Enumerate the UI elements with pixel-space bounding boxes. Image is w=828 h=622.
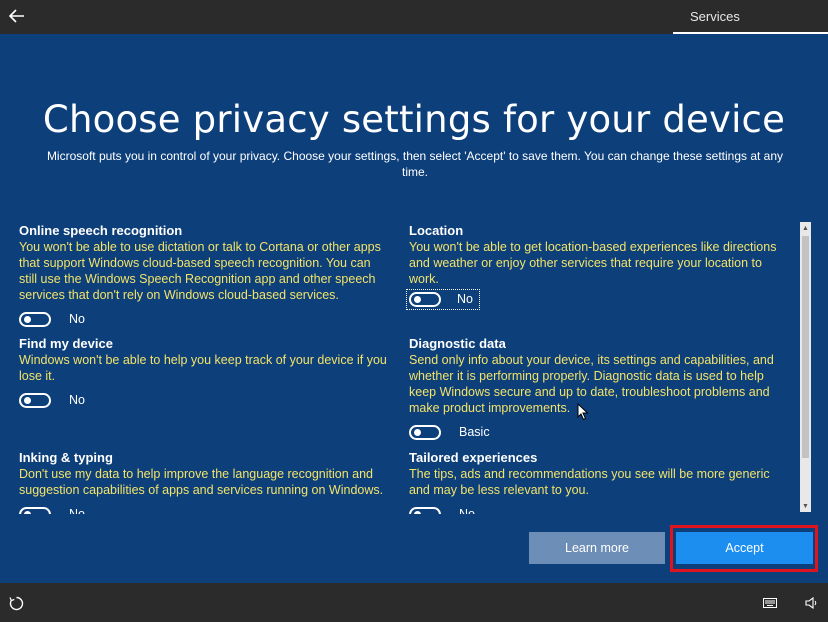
location-toggle[interactable]: [409, 291, 441, 307]
find-device-toggle[interactable]: [19, 392, 51, 408]
title-bar: Services: [0, 0, 828, 34]
scroll-down-icon[interactable]: ▼: [800, 500, 811, 512]
toggle-knob: [414, 295, 421, 303]
setting-title: Tailored experiences: [409, 450, 538, 465]
toggle-row: No: [406, 288, 794, 310]
toggle-knob: [24, 396, 31, 404]
toggle-label: No: [69, 312, 85, 326]
setting-title: Online speech recognition: [19, 223, 183, 238]
tailored-toggle[interactable]: [409, 506, 441, 514]
toggle-label: No: [459, 507, 475, 514]
volume-icon[interactable]: [804, 595, 820, 611]
setting-find-my-device: Find my device Windows won't be able to …: [19, 336, 391, 410]
settings-list[interactable]: Online speech recognition You won't be a…: [0, 220, 798, 514]
toggle-row: No: [19, 390, 391, 410]
toggle-row: No: [19, 504, 391, 514]
page-subtitle: Microsoft puts you in control of your pr…: [46, 149, 784, 179]
setting-description: Send only info about your device, its se…: [409, 353, 774, 415]
diagnostic-toggle[interactable]: [409, 424, 441, 440]
toggle-label: No: [457, 292, 473, 306]
setting-online-speech: Online speech recognition You won't be a…: [19, 223, 391, 329]
keyboard-icon[interactable]: [762, 595, 778, 611]
setting-description: You won't be able to use dictation or ta…: [19, 240, 381, 302]
toggle-row: No: [19, 309, 391, 329]
taskbar: [0, 583, 828, 622]
accept-button[interactable]: Accept: [676, 532, 813, 564]
vertical-scrollbar[interactable]: ▲ ▼: [800, 222, 811, 512]
speech-toggle[interactable]: [19, 311, 51, 327]
toggle-label: Basic: [459, 425, 490, 439]
inking-toggle[interactable]: [19, 506, 51, 514]
setting-title: Location: [409, 223, 464, 238]
toggle-label: No: [69, 507, 85, 514]
setting-description: You won't be able to get location-based …: [409, 240, 777, 286]
learn-more-button[interactable]: Learn more: [529, 532, 665, 564]
setting-inking-typing: Inking & typing Don't use my data to hel…: [19, 450, 391, 514]
setting-description: Don't use my data to help improve the la…: [19, 467, 384, 497]
setting-description: Windows won't be able to help you keep t…: [19, 353, 387, 383]
setting-title: Find my device: [19, 336, 113, 351]
ease-of-access-icon[interactable]: [8, 595, 24, 611]
toggle-knob: [24, 315, 31, 323]
setting-description: The tips, ads and recommendations you se…: [409, 467, 770, 497]
setting-location: Location You won't be able to get locati…: [406, 223, 794, 310]
toggle-row: No: [409, 504, 789, 514]
step-title: Services: [690, 9, 740, 24]
scroll-thumb[interactable]: [802, 236, 809, 458]
setting-tailored-experiences: Tailored experiences The tips, ads and r…: [409, 450, 789, 514]
toggle-knob: [414, 510, 421, 514]
focus-outline: No: [406, 288, 480, 310]
toggle-knob: [24, 510, 31, 514]
mouse-pointer-icon: [577, 403, 589, 421]
step-indicator: [673, 32, 828, 34]
setting-title: Diagnostic data: [409, 336, 506, 351]
setting-diagnostic-data: Diagnostic data Send only info about you…: [409, 336, 789, 442]
back-arrow-icon: [9, 9, 24, 23]
toggle-label: No: [69, 393, 85, 407]
toggle-knob: [414, 428, 421, 436]
toggle-row: Basic: [409, 422, 789, 442]
back-button[interactable]: [4, 4, 30, 28]
page-title: Choose privacy settings for your device: [42, 98, 786, 141]
scroll-up-icon[interactable]: ▲: [800, 222, 811, 234]
setting-title: Inking & typing: [19, 450, 113, 465]
